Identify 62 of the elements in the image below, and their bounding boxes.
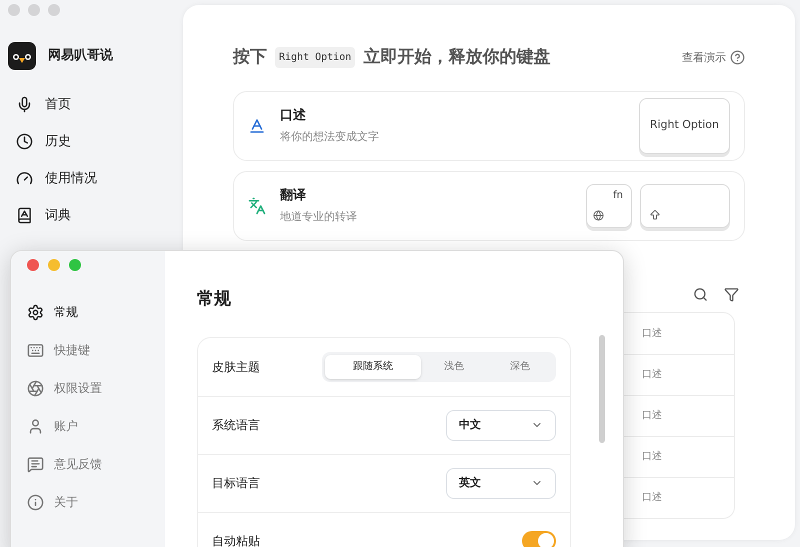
language-select[interactable]: 中文 [446, 410, 556, 440]
sidebar-item[interactable]: 词典 [8, 197, 183, 234]
history-mode: 口述 [642, 490, 662, 505]
mode-description: 地道专业的转译 [280, 209, 358, 225]
window-control[interactable] [48, 4, 60, 16]
headline-text: 立即开始，释放你的键盘 [363, 46, 550, 69]
nav-icon [27, 380, 44, 396]
key-badge: Right Option [275, 47, 356, 68]
translate-icon [248, 196, 266, 214]
mode-card[interactable]: 口述 将你的想法变成文字 Right Option [233, 90, 745, 160]
setting-label: 自动粘贴 [212, 533, 260, 547]
window-control[interactable] [28, 4, 40, 16]
close-button[interactable] [27, 259, 39, 271]
nav-icon [27, 494, 44, 510]
sidebar-item[interactable]: 历史 [8, 123, 183, 160]
theme-option[interactable]: 跟随系统 [325, 354, 421, 378]
demo-link[interactable]: 查看演示 [682, 50, 726, 66]
text-icon [248, 116, 266, 134]
globe-icon [593, 210, 604, 220]
zoom-button[interactable] [69, 259, 81, 271]
shift-icon [649, 208, 661, 220]
theme-option[interactable]: 浅色 [421, 354, 487, 378]
sidebar-item[interactable]: 使用情况 [8, 160, 183, 197]
history-mode: 口述 [642, 326, 662, 340]
settings-nav-item[interactable]: 常规 [27, 293, 165, 331]
nav-icon [27, 456, 44, 472]
sidebar-icon [16, 207, 33, 224]
sidebar-icon [16, 133, 33, 150]
settings-title: 常规 [197, 288, 232, 311]
history-mode: 口述 [642, 368, 662, 382]
scrollbar[interactable] [599, 335, 605, 443]
mode-title: 翻译 [280, 186, 307, 204]
sidebar-icon [16, 96, 33, 113]
headline-text: 按下 [233, 46, 267, 69]
toggle-switch[interactable] [522, 531, 556, 547]
history-mode: 口述 [642, 408, 662, 423]
nav-icon [27, 342, 44, 358]
filter-icon[interactable] [724, 286, 739, 302]
settings-nav-item[interactable]: 快捷键 [27, 331, 165, 369]
app-name: 网易叭哥说 [48, 47, 113, 66]
window-control[interactable] [8, 4, 20, 16]
setting-label: 目标语言 [212, 475, 260, 492]
sidebar-item[interactable]: 首页 [8, 86, 183, 123]
mode-title: 口述 [280, 106, 307, 124]
minimize-button[interactable] [48, 259, 60, 271]
search-icon[interactable] [693, 286, 708, 302]
settings-nav-item[interactable]: 意见反馈 [27, 445, 165, 483]
nav-icon [27, 418, 44, 434]
help-icon [730, 50, 745, 66]
nav-icon [27, 304, 44, 320]
setting-label: 系统语言 [212, 417, 260, 434]
setting-label: 皮肤主题 [212, 358, 260, 376]
settings-nav-item[interactable]: 账户 [27, 407, 165, 445]
settings-nav-item[interactable]: 权限设置 [27, 369, 165, 407]
mode-card[interactable]: 翻译 地道专业的转译 fn [233, 170, 745, 240]
settings-nav-item[interactable]: 关于 [27, 483, 165, 521]
theme-option[interactable]: 深色 [487, 354, 553, 378]
mode-description: 将你的想法变成文字 [280, 129, 380, 145]
language-select[interactable]: 英文 [446, 468, 556, 498]
sidebar-icon [16, 170, 33, 187]
history-mode: 口述 [642, 450, 662, 464]
app-logo [8, 42, 36, 70]
